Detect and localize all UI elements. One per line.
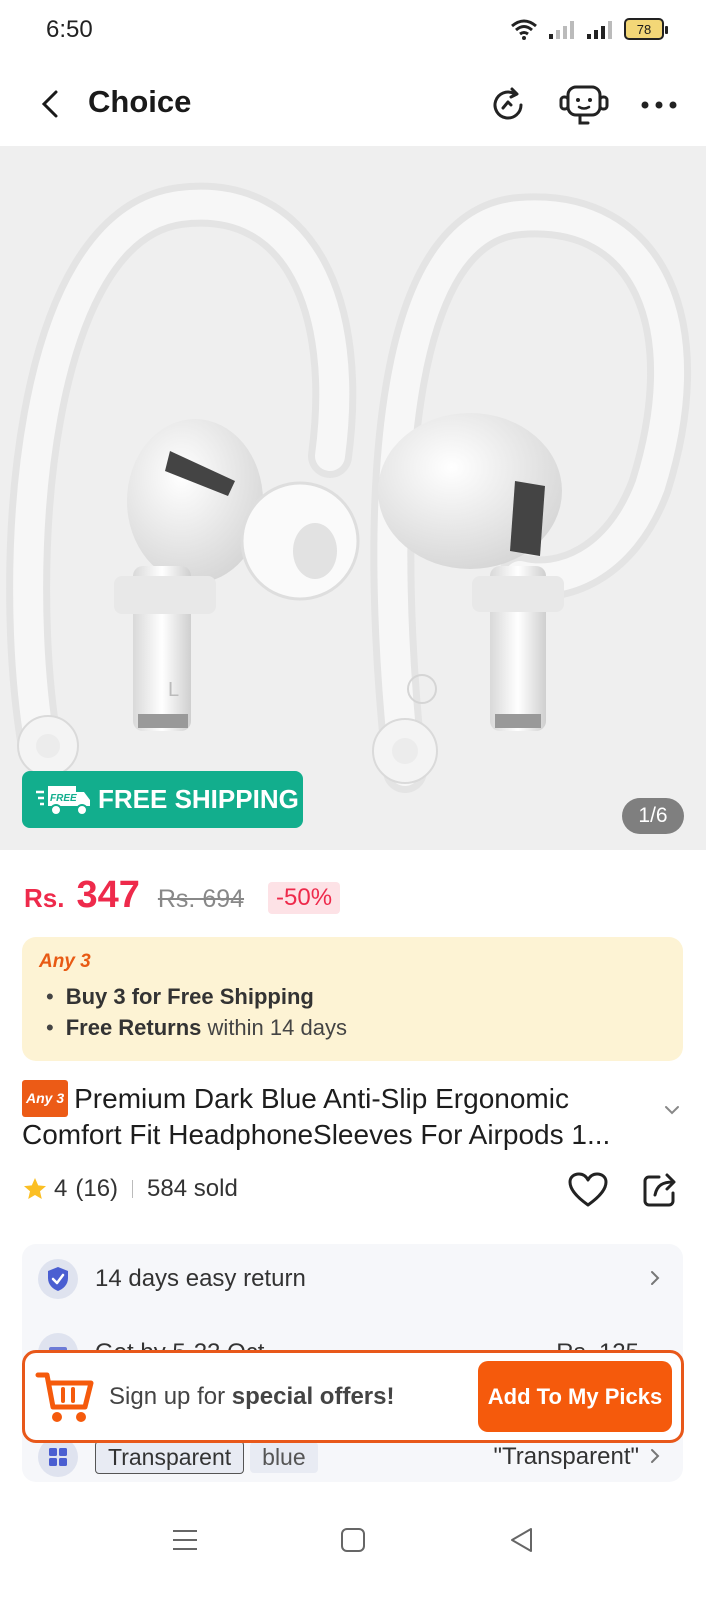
- original-price: Rs. 694: [157, 885, 245, 913]
- rating-row[interactable]: 4 (16) 584 sold: [22, 1175, 238, 1203]
- variant-chip[interactable]: blue: [250, 1441, 318, 1473]
- wishlist-button[interactable]: [566, 1168, 610, 1212]
- product-image-carousel[interactable]: L FREE FREE SHIPPING 1/6: [0, 146, 706, 850]
- signal-icon: [549, 21, 574, 39]
- signup-text-bold: special offers!: [231, 1383, 395, 1410]
- status-icons: 78: [510, 18, 668, 40]
- rating-score: 4: [54, 1175, 68, 1202]
- delivery-truck-icon: FREE: [36, 785, 90, 816]
- star-icon: [24, 1178, 46, 1199]
- return-policy-text: 14 days easy return: [95, 1265, 306, 1292]
- product-title-text: Premium Dark Blue Anti-Slip Ergonomic Co…: [22, 1083, 611, 1150]
- chevron-right-icon: [651, 1449, 660, 1463]
- promo-returns-rest: within 14 days: [207, 1015, 347, 1040]
- shield-check-icon: [38, 1259, 78, 1299]
- discount-badge: -50%: [268, 882, 341, 914]
- share-icon: [643, 1173, 676, 1207]
- refresh-history-icon: [493, 87, 523, 120]
- current-price: 347: [76, 874, 140, 916]
- chevron-right-icon: [651, 1271, 660, 1285]
- any3-badge: Any 3: [22, 1080, 69, 1117]
- triangle-back-icon: [511, 1528, 532, 1552]
- page-title: Choice: [88, 84, 192, 119]
- promo-tag: Any 3: [39, 951, 91, 972]
- divider: [132, 1180, 134, 1198]
- grid-icon: [38, 1437, 78, 1477]
- wifi-icon: [511, 19, 537, 40]
- free-shipping-badge: FREE FREE SHIPPING: [22, 771, 303, 828]
- shopping-cart-icon: [35, 1372, 94, 1422]
- variant-chip-selected[interactable]: Transparent: [95, 1440, 245, 1474]
- signup-text-prefix: Sign up for: [109, 1383, 226, 1410]
- product-title[interactable]: Any 3 Premium Dark Blue Anti-Slip Ergonom…: [22, 1080, 662, 1152]
- chevron-left-icon: [41, 90, 58, 118]
- signup-text: Sign up for special offers!: [109, 1383, 394, 1411]
- top-nav-bar: Choice: [0, 62, 720, 146]
- promo-line-shipping: • Buy 3 for Free Shipping: [46, 984, 314, 1009]
- back-button[interactable]: [30, 84, 70, 124]
- more-dots-icon: [641, 101, 677, 109]
- hamburger-icon: [173, 1530, 197, 1550]
- rating-count: (16): [75, 1175, 119, 1202]
- promo-box[interactable]: Any 3 • Buy 3 for Free Shipping • Free R…: [22, 937, 683, 1061]
- sold-count: 584 sold: [147, 1175, 238, 1202]
- free-shipping-label: FREE SHIPPING: [98, 784, 299, 814]
- chevron-down-icon[interactable]: [663, 1104, 681, 1116]
- home-button[interactable]: [323, 1510, 383, 1570]
- share-button[interactable]: [638, 1168, 682, 1212]
- image-counter: 1/6: [622, 798, 684, 834]
- free-badge-text: FREE: [50, 793, 77, 804]
- battery-icon: 78: [624, 18, 668, 40]
- robot-support-icon: [559, 85, 609, 125]
- status-bar: 6:50 78: [0, 0, 720, 62]
- service-row-return[interactable]: 14 days easy return: [22, 1244, 683, 1314]
- add-to-picks-button[interactable]: Add To My Picks: [478, 1361, 672, 1432]
- price-row: Rs. 347 Rs. 694: [24, 874, 244, 917]
- history-button[interactable]: [485, 82, 531, 128]
- svg-text:L: L: [168, 679, 179, 701]
- price-currency: Rs.: [24, 883, 65, 913]
- variant-chips: Transparent blue: [95, 1440, 324, 1474]
- signup-banner[interactable]: Sign up for special offers! Add To My Pi…: [22, 1350, 684, 1443]
- promo-shipping-text: Buy 3 for Free Shipping: [65, 984, 314, 1009]
- square-home-icon: [341, 1528, 365, 1552]
- signal-icon-2: [587, 21, 612, 39]
- heart-icon: [568, 1172, 608, 1207]
- status-time: 6:50: [46, 16, 93, 43]
- product-image: L: [6, 182, 691, 793]
- more-options-button[interactable]: [636, 82, 682, 128]
- system-nav-bar: [0, 1488, 720, 1600]
- menu-button[interactable]: [155, 1510, 215, 1570]
- variant-value: "Transparent": [493, 1443, 639, 1470]
- system-back-button[interactable]: [492, 1510, 552, 1570]
- promo-returns-bold: Free Returns: [65, 1015, 202, 1040]
- promo-line-returns: • Free Returns within 14 days: [46, 1015, 347, 1040]
- customer-service-button[interactable]: [558, 82, 610, 128]
